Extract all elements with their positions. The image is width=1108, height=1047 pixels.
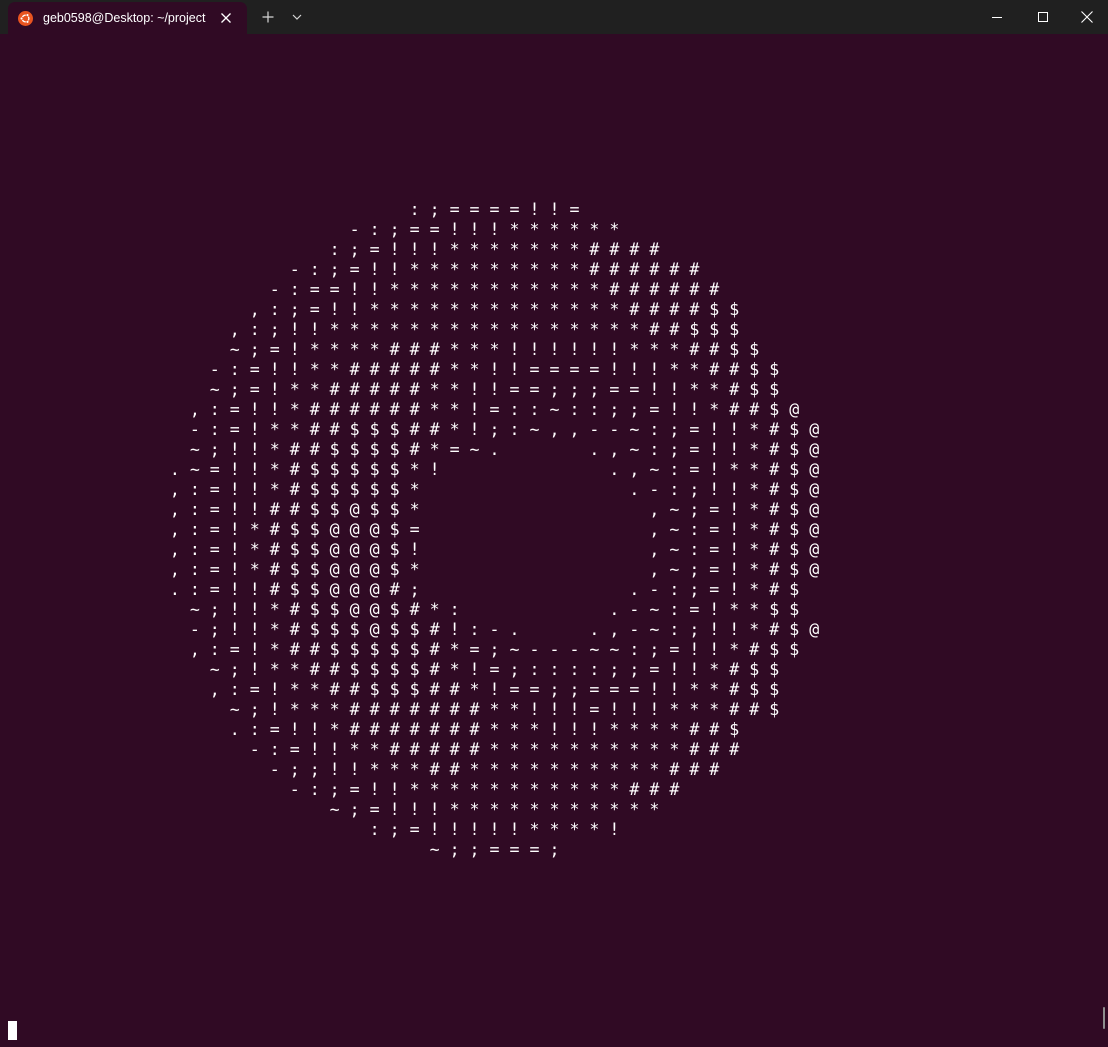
text-cursor — [8, 1021, 17, 1040]
maximize-button[interactable] — [1020, 0, 1066, 34]
chevron-down-icon — [292, 14, 302, 20]
minimize-icon — [992, 17, 1002, 18]
close-icon — [1081, 11, 1093, 23]
tab-terminal[interactable]: geb0598@Desktop: ~/project — [8, 2, 247, 34]
terminal-area[interactable]: : ; = = = = ! ! = - : ; = = ! ! ! * * * … — [0, 34, 1108, 1047]
tab-title: geb0598@Desktop: ~/project — [43, 11, 206, 25]
maximize-icon — [1038, 12, 1048, 22]
tab-dropdown-button[interactable] — [286, 0, 308, 34]
plus-icon — [262, 11, 274, 23]
ubuntu-logo-icon — [18, 11, 33, 26]
scrollbar[interactable] — [1103, 1007, 1105, 1029]
new-tab-button[interactable] — [256, 0, 280, 34]
ascii-donut-output: : ; = = = = ! ! = - : ; = = ! ! ! * * * … — [169, 200, 820, 859]
terminal-window: geb0598@Desktop: ~/project: ; = = = = !… — [0, 0, 1108, 1047]
minimize-button[interactable] — [974, 0, 1020, 34]
close-window-button[interactable] — [1066, 0, 1108, 34]
close-icon[interactable] — [218, 10, 234, 26]
title-bar: geb0598@Desktop: ~/project — [0, 0, 1108, 34]
